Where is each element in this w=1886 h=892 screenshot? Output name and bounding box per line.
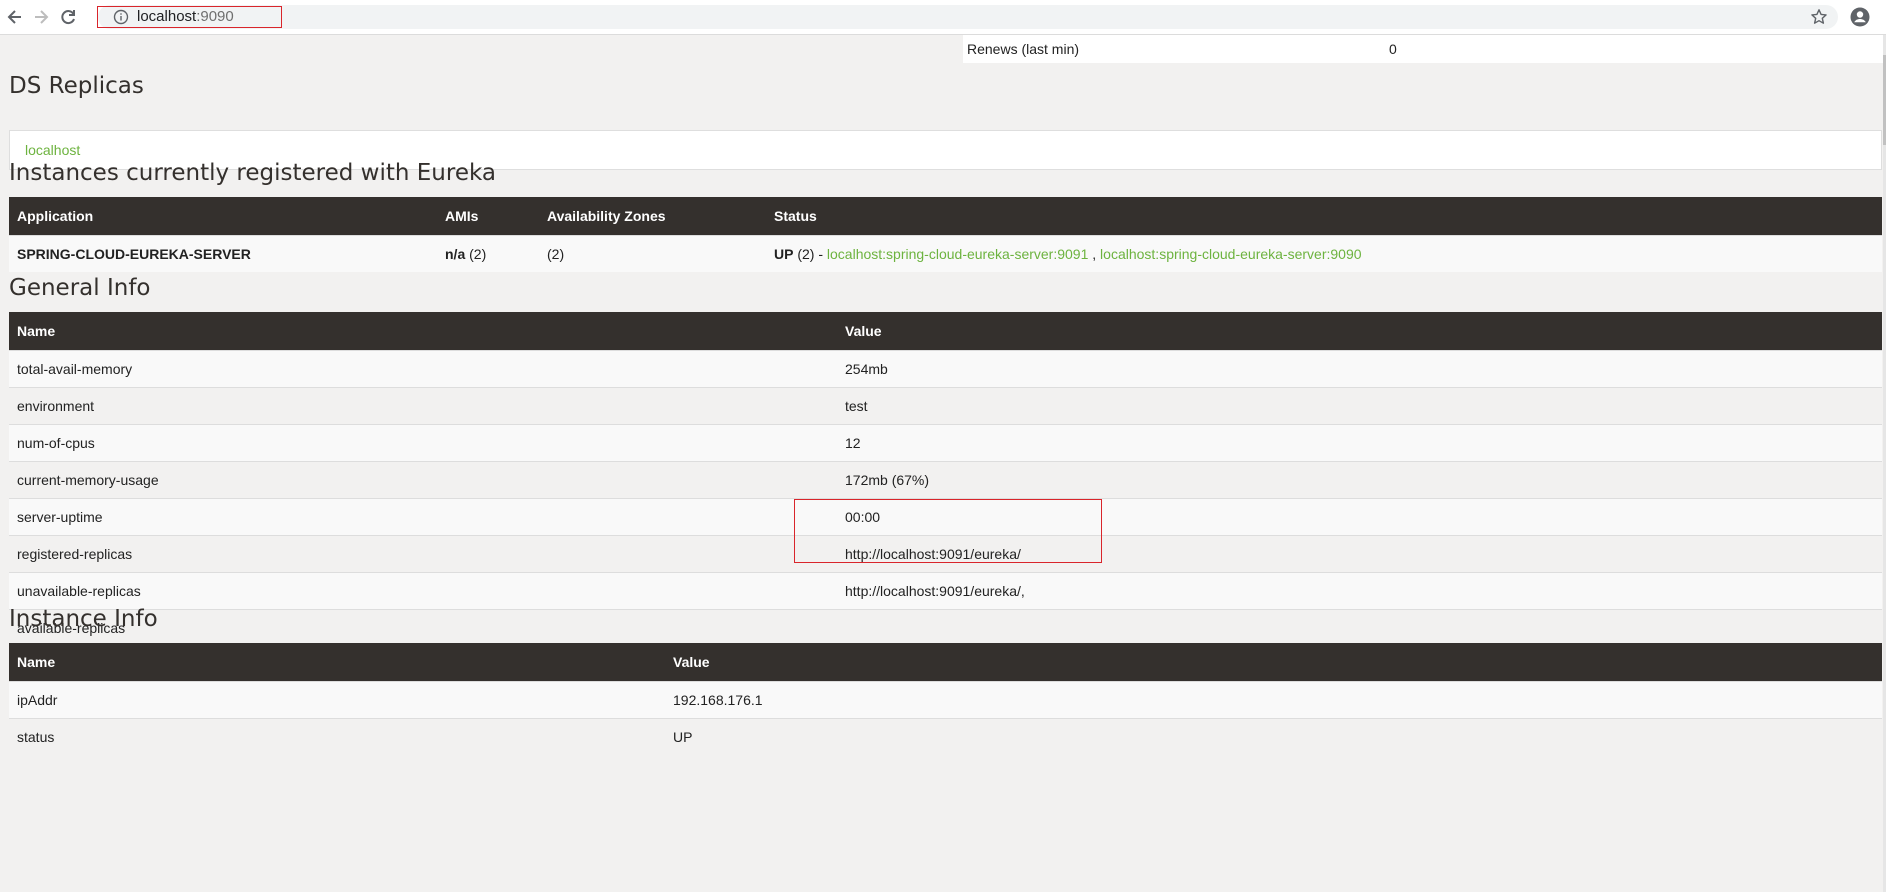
instances-title: Instances currently registered with Eure…: [9, 160, 496, 186]
reload-icon[interactable]: [57, 6, 79, 28]
application-name: SPRING-CLOUD-EUREKA-SERVER: [9, 235, 437, 272]
info-name: num-of-cpus: [9, 424, 837, 462]
url-port: :9090: [196, 8, 234, 25]
table-row: num-of-cpus 12: [9, 424, 1882, 462]
column-header: Value: [665, 643, 1882, 682]
renews-row: Renews (last min) 0: [963, 35, 1883, 63]
amis-value: n/a: [445, 246, 466, 262]
table-row: registered-replicas http://localhost:9091…: [9, 535, 1882, 573]
status-count: (2) -: [793, 246, 827, 262]
browser-toolbar: localhost:9090: [0, 0, 1886, 35]
instance-info-title: Instance Info: [9, 606, 158, 632]
page-content: Renews (last min) 0 DS Replicas localhos…: [0, 35, 1886, 892]
renews-label: Renews (last min): [967, 41, 1080, 57]
table-row: unavailable-replicas http://localhost:909…: [9, 572, 1882, 610]
info-value: http://localhost:9091/eureka/: [837, 535, 1882, 573]
table-header-row: Application AMIs Availability Zones Stat…: [9, 197, 1882, 236]
info-value: http://localhost:9091/eureka/,: [837, 572, 1882, 610]
column-header: Availability Zones: [539, 197, 766, 236]
instance-link-9091[interactable]: localhost:spring-cloud-eureka-server:909…: [827, 246, 1088, 262]
column-header: Name: [9, 643, 665, 682]
info-name: registered-replicas: [9, 535, 837, 573]
status-cell: UP (2) - localhost:spring-cloud-eureka-s…: [766, 235, 1882, 272]
table-row: current-memory-usage 172mb (67%): [9, 461, 1882, 499]
replica-link[interactable]: localhost: [25, 142, 80, 158]
table-row: SPRING-CLOUD-EUREKA-SERVER n/a (2) (2) U…: [9, 235, 1882, 272]
info-value: [837, 609, 1882, 646]
amis-count: (2): [465, 246, 487, 262]
table-row: environment test: [9, 387, 1882, 425]
column-header: Name: [9, 312, 837, 351]
table-header-row: Name Value: [9, 643, 1882, 682]
url-host: localhost: [137, 8, 197, 25]
forward-icon[interactable]: [30, 6, 52, 28]
info-name: current-memory-usage: [9, 461, 837, 499]
status-value: UP: [774, 246, 794, 262]
instance-info-table: Name Value ipAddr 192.168.176.1 status UP: [9, 643, 1882, 755]
table-row: available-replicas: [9, 609, 1882, 646]
renews-value: 0: [1389, 41, 1397, 57]
table-header-row: Name Value: [9, 312, 1882, 351]
column-header: AMIs: [437, 197, 539, 236]
column-header: Application: [9, 197, 437, 236]
general-info-table: Name Value total-avail-memory 254mb envir…: [9, 312, 1882, 646]
column-header: Value: [837, 312, 1882, 351]
zones-cell: (2): [539, 235, 766, 272]
info-value: 12: [837, 424, 1882, 462]
table-row: ipAddr 192.168.176.1: [9, 681, 1882, 719]
info-value: 172mb (67%): [837, 461, 1882, 499]
table-row: total-avail-memory 254mb: [9, 350, 1882, 388]
address-bar[interactable]: [98, 5, 1838, 29]
bookmark-star-icon[interactable]: [1810, 8, 1828, 26]
info-name: environment: [9, 387, 837, 425]
instances-table: Application AMIs Availability Zones Stat…: [9, 197, 1882, 272]
amis-cell: n/a (2): [437, 235, 539, 272]
account-icon[interactable]: [1850, 7, 1870, 27]
general-info-title: General Info: [9, 275, 151, 301]
info-value: 254mb: [837, 350, 1882, 388]
back-icon[interactable]: [4, 6, 26, 28]
info-name: server-uptime: [9, 498, 837, 536]
info-value: test: [837, 387, 1882, 425]
info-name: status: [9, 718, 665, 755]
url-text[interactable]: localhost:9090: [137, 7, 234, 27]
table-row: status UP: [9, 718, 1882, 755]
info-value: UP: [665, 718, 1882, 755]
instance-link-9090[interactable]: localhost:spring-cloud-eureka-server:909…: [1100, 246, 1361, 262]
table-row: server-uptime 00:00: [9, 498, 1882, 536]
info-name: total-avail-memory: [9, 350, 837, 388]
info-value: 192.168.176.1: [665, 681, 1882, 719]
info-value: 00:00: [837, 498, 1882, 536]
info-name: unavailable-replicas: [9, 572, 837, 610]
ds-replicas-title: DS Replicas: [9, 73, 144, 99]
info-name: ipAddr: [9, 681, 665, 719]
link-separator: ,: [1088, 246, 1101, 262]
column-header: Status: [766, 197, 1882, 236]
info-icon[interactable]: [113, 9, 129, 25]
